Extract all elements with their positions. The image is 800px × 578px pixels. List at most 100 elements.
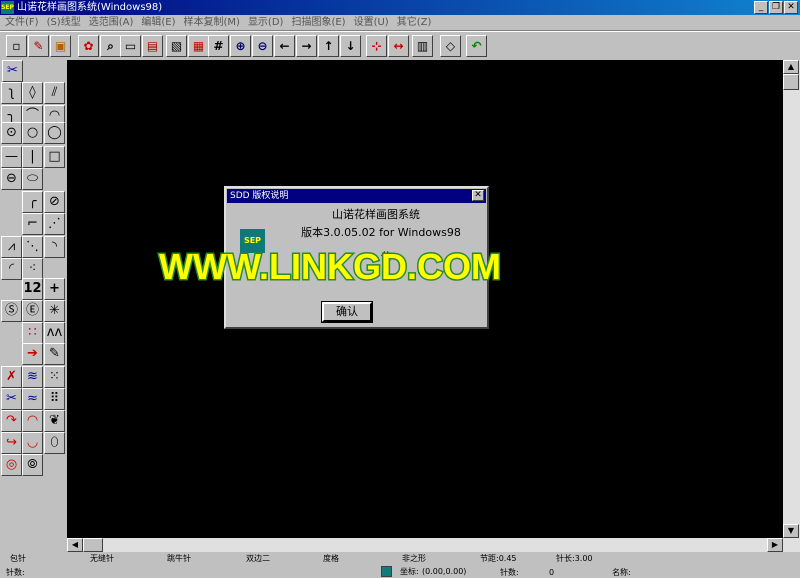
status-angle: 度格 <box>323 554 339 563</box>
open-file-icon[interactable]: ✎ <box>28 35 49 57</box>
arrow-up-icon[interactable]: ↑ <box>318 35 339 57</box>
watermark: WWW.LINKGD.COM <box>158 245 503 289</box>
point-arc-icon[interactable]: ↪ <box>1 432 22 454</box>
menu-sample-copy[interactable]: 样本复制(M) <box>183 15 247 30</box>
menu-settings[interactable]: 设置(U) <box>353 15 396 30</box>
rectangle-icon[interactable]: □ <box>44 146 65 168</box>
wave-icon[interactable]: ≋ <box>22 366 43 388</box>
arc-stitch-icon[interactable]: ◠ <box>22 410 43 432</box>
zigzag-icon[interactable]: ʌʌ <box>44 322 65 344</box>
ellipse-icon[interactable]: ⬭ <box>22 168 43 190</box>
twelve-button[interactable]: 12 <box>22 278 43 300</box>
parallel-lines-icon[interactable]: ⫽ <box>44 82 65 104</box>
arrow-down-icon[interactable]: ↓ <box>340 35 361 57</box>
window-title: 山诺花样画图系统(Windows98) <box>17 2 163 13</box>
insert-icon[interactable]: ➔ <box>22 343 43 365</box>
diamond-curve-icon[interactable]: ◊ <box>22 82 43 104</box>
menu-scan-image[interactable]: 扫描图象(E) <box>290 15 352 30</box>
menu-line-type[interactable]: (S)线型 <box>46 15 88 30</box>
zoom-preview-icon[interactable]: ⌕ <box>100 35 121 57</box>
scroll-left-icon[interactable]: ◀ <box>67 538 83 552</box>
arrow-left-icon[interactable]: ← <box>274 35 295 57</box>
horizontal-scroll-thumb[interactable] <box>83 538 103 552</box>
dialog-close-icon[interactable]: ✕ <box>472 190 484 201</box>
zoom-out-icon[interactable]: ⊖ <box>252 35 273 57</box>
scroll-down-icon[interactable]: ▼ <box>783 524 799 538</box>
menu-select-range[interactable]: 选范围(A) <box>88 15 141 30</box>
scissors-icon[interactable]: ✂ <box>2 60 23 82</box>
dot-fill-icon[interactable]: ⠿ <box>44 388 65 410</box>
color-swatch[interactable] <box>381 566 392 577</box>
grid-icon[interactable]: # <box>208 35 229 57</box>
fill-oval-icon[interactable]: ⬯ <box>44 432 65 454</box>
slash-ellipse-icon[interactable]: ⊘ <box>44 191 65 213</box>
asterisk-icon[interactable]: ✳ <box>44 300 65 322</box>
ring-icon[interactable]: ◎ <box>1 454 22 476</box>
undo-icon[interactable]: ↶ <box>466 35 487 57</box>
point-grid-icon[interactable]: ∷ <box>22 322 43 344</box>
horizontal-line-icon[interactable]: — <box>1 146 22 168</box>
vertical-line-icon[interactable]: | <box>22 146 43 168</box>
status-coordinates-label: 坐标: <box>400 567 419 576</box>
new-file-icon[interactable]: ▫ <box>6 35 27 57</box>
delete-stitch-icon[interactable]: ✗ <box>1 366 22 388</box>
hatched-line-icon[interactable]: ⋱ <box>22 236 43 258</box>
corner-icon[interactable]: ⌐ <box>22 213 43 235</box>
status-pitch: 节距:0.45 <box>480 554 517 563</box>
tool-palette: ✂ ʅ ◊ ⫽ ╮ ⌒ ◠ ⊙ ○ ◯ — | □ ⊖ ⬭ ╭ ⊘ ⌐ ⋰ ⩘ … <box>0 60 67 552</box>
corner-arc-icon[interactable]: ╭ <box>22 191 43 213</box>
move-point-icon[interactable]: ⊹ <box>366 35 387 57</box>
menu-bar: 文件(F) (S)线型 选范围(A) 编辑(E) 样本复制(M) 显示(D) 扫… <box>0 15 800 31</box>
dot-matrix-icon[interactable]: ⁙ <box>44 366 65 388</box>
ring-double-icon[interactable]: ⦾ <box>22 454 43 476</box>
ok-button[interactable]: 确认 <box>321 301 373 323</box>
cut-icon[interactable]: ✂ <box>1 388 22 410</box>
arrow-right-icon[interactable]: → <box>296 35 317 57</box>
menu-other[interactable]: 其它(Z) <box>396 15 439 30</box>
monitor-icon[interactable]: ▭ <box>120 35 141 57</box>
curve-icon[interactable]: ʅ <box>1 82 22 104</box>
scroll-right-icon[interactable]: ▶ <box>767 538 783 552</box>
plus-button[interactable]: + <box>44 278 65 300</box>
menu-display[interactable]: 显示(D) <box>247 15 291 30</box>
pattern-icon[interactable]: ▦ <box>188 35 209 57</box>
status-no-seam: 无缝针 <box>90 554 114 563</box>
arc-double-icon[interactable]: ◜ <box>1 258 22 280</box>
menu-edit[interactable]: 编辑(E) <box>140 15 182 30</box>
save-file-icon[interactable]: ▣ <box>50 35 71 57</box>
dialog-app-name: 山诺花样画图系统 <box>332 208 420 221</box>
flower-icon[interactable]: ✿ <box>78 35 99 57</box>
stitch-icon[interactable]: ↔ <box>388 35 409 57</box>
ellipse-dot-icon[interactable]: ⊖ <box>1 168 22 190</box>
status-bar: 包针 无缝针 跳牛针 双边二 度格 非之形 节距:0.45 针长:3.00 针数… <box>0 552 800 578</box>
vertical-scroll-thumb[interactable] <box>783 74 799 90</box>
s-circle-icon[interactable]: Ⓢ <box>1 300 22 322</box>
menu-file[interactable]: 文件(F) <box>4 15 46 30</box>
dotted-line-icon[interactable]: ⋰ <box>44 213 65 235</box>
horizontal-scrollbar[interactable]: ◀ ▶ <box>67 538 783 552</box>
zigzag-line-icon[interactable]: ⩘ <box>1 236 22 258</box>
circle-three-point-icon[interactable]: ◯ <box>44 122 65 144</box>
wave-double-icon[interactable]: ≈ <box>22 388 43 410</box>
arrow-arc-icon[interactable]: ↷ <box>1 410 22 432</box>
arc-offset-icon[interactable]: ◝ <box>44 236 65 258</box>
zoom-in-icon[interactable]: ⊕ <box>230 35 251 57</box>
e-circle-icon[interactable]: Ⓔ <box>22 300 43 322</box>
layers-icon[interactable]: ◇ <box>440 35 461 57</box>
restore-icon[interactable]: ❐ <box>769 1 783 14</box>
minimize-icon[interactable]: _ <box>754 1 768 14</box>
close-icon[interactable]: ✕ <box>784 1 798 14</box>
dialog-version: 版本3.0.05.02 for Windows98 <box>301 226 461 239</box>
calculator-icon[interactable]: ▥ <box>412 35 433 57</box>
leaf-icon[interactable]: ❦ <box>44 410 65 432</box>
point-stitch-icon[interactable]: ◡ <box>22 432 43 454</box>
circle-dot-icon[interactable]: ⊙ <box>1 122 22 144</box>
scroll-up-icon[interactable]: ▲ <box>783 60 799 74</box>
status-both-sides: 双边二 <box>246 554 270 563</box>
print-icon[interactable]: ▤ <box>142 35 163 57</box>
vertical-scrollbar[interactable]: ▲ ▼ <box>783 60 800 552</box>
edit-pen-icon[interactable]: ✎ <box>44 343 65 365</box>
circle-icon[interactable]: ○ <box>22 122 43 144</box>
dotted-arc-icon[interactable]: ⁖ <box>22 258 43 280</box>
hatch-icon[interactable]: ▧ <box>166 35 187 57</box>
